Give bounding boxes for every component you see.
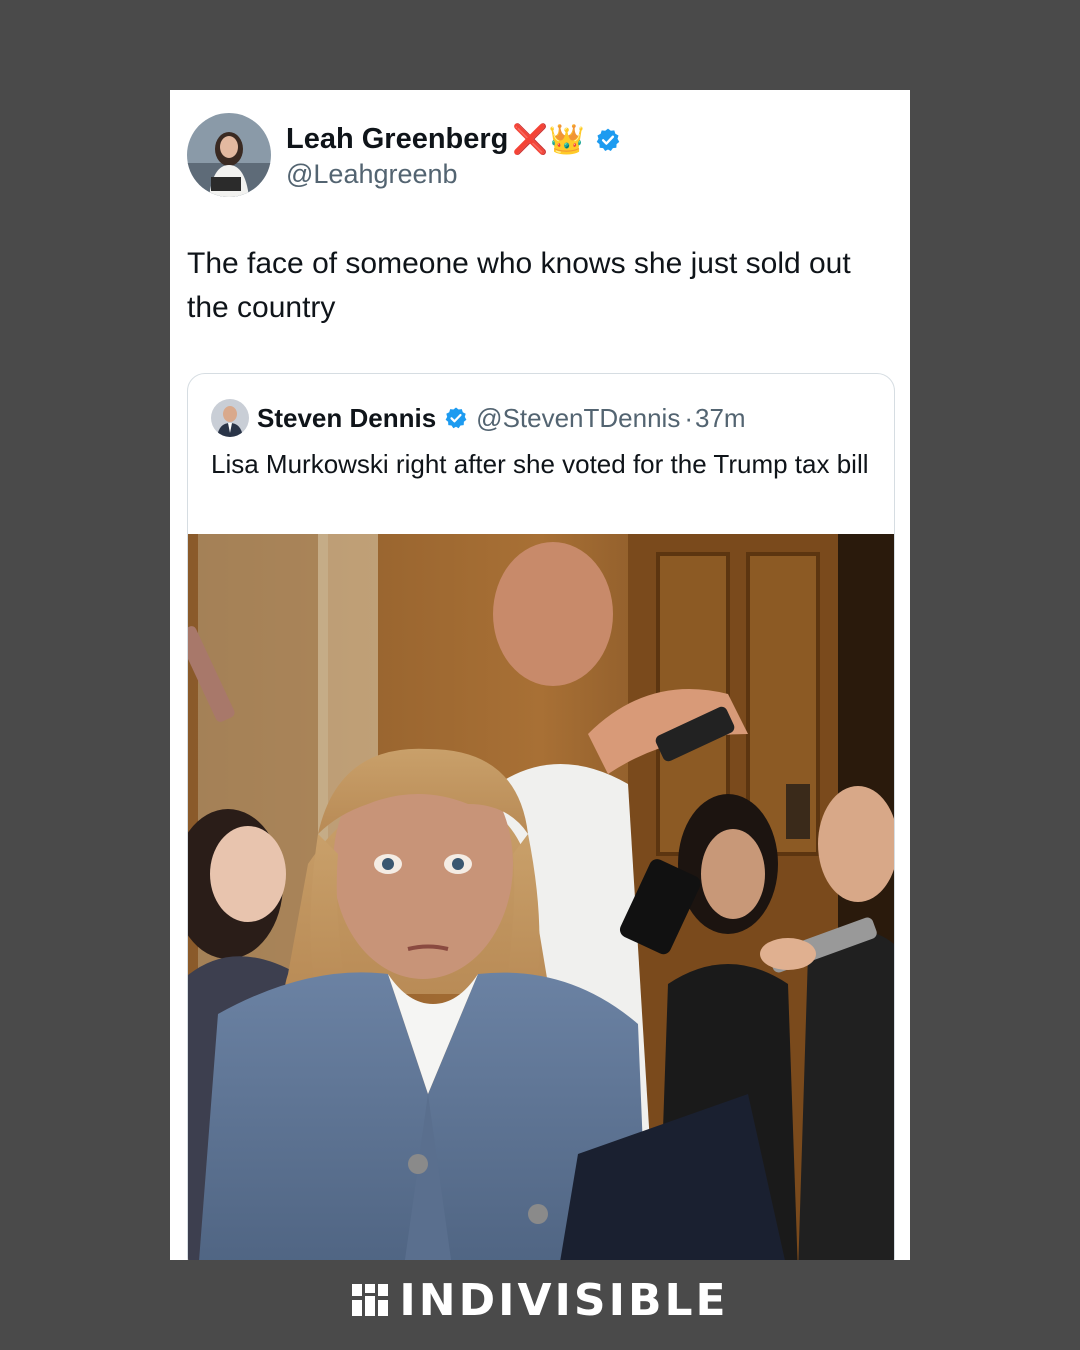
- indivisible-logo-icon: [352, 1284, 389, 1316]
- quoted-photo[interactable]: [188, 534, 894, 1260]
- quoted-timestamp[interactable]: 37m: [695, 403, 746, 434]
- author-name[interactable]: Leah Greenberg: [286, 123, 508, 156]
- quoted-tweet[interactable]: Steven Dennis @StevenTDennis · 37m Lisa …: [187, 373, 895, 1260]
- brand-name: INDIVISIBLE: [399, 1274, 729, 1326]
- author-avatar[interactable]: [187, 113, 271, 197]
- separator-dot: ·: [684, 402, 693, 433]
- author-handle[interactable]: @Leahgreenb: [286, 159, 621, 190]
- tweet-author[interactable]: Leah Greenberg ❌👑 @Leahgreenb: [187, 112, 621, 198]
- author-emojis: ❌👑: [512, 123, 585, 156]
- quoted-author-avatar[interactable]: [211, 399, 249, 437]
- quoted-author-handle[interactable]: @StevenTDennis: [476, 403, 680, 434]
- verified-badge-icon: [596, 128, 619, 151]
- verified-badge-icon: [445, 407, 467, 429]
- quoted-author-name[interactable]: Steven Dennis: [257, 403, 436, 434]
- tweet-text: The face of someone who knows she just s…: [187, 247, 851, 324]
- quoted-text: Lisa Murkowski right after she voted for…: [211, 449, 869, 479]
- tweet-card: Leah Greenberg ❌👑 @Leahgreenb The face o…: [170, 90, 910, 1260]
- brand-footer: INDIVISIBLE: [0, 1274, 1080, 1326]
